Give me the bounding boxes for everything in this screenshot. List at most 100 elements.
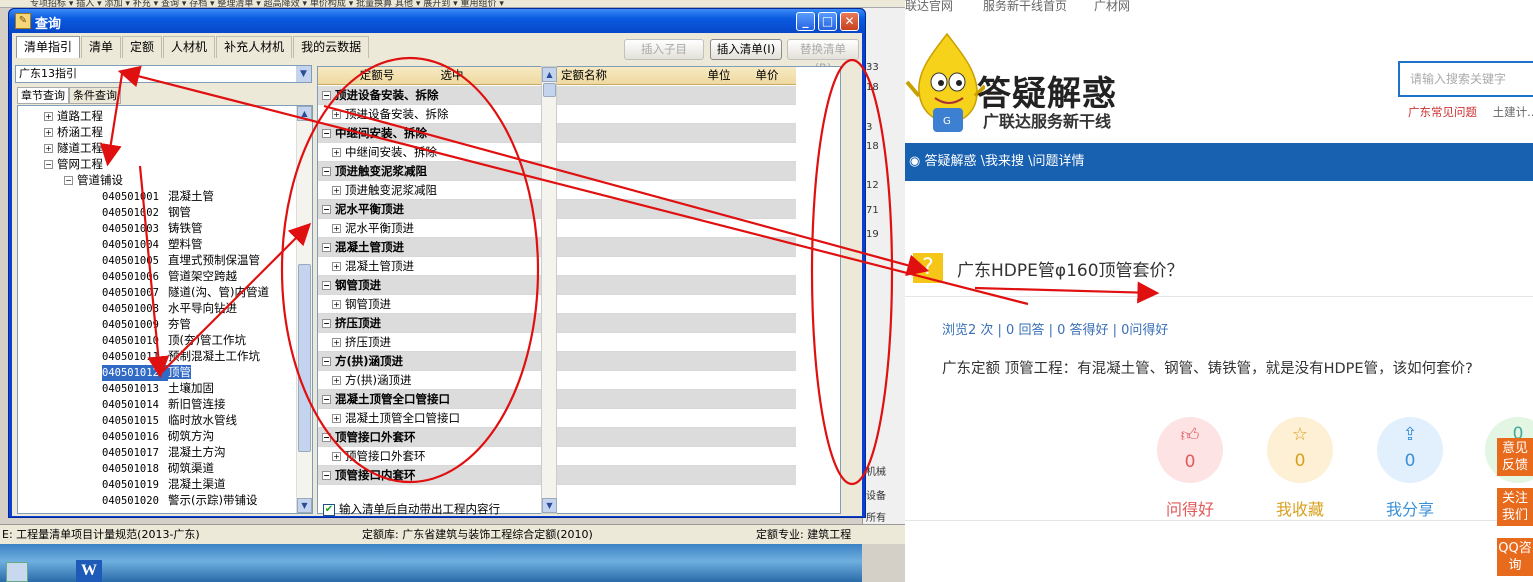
tree-leaf-item[interactable]: 040501010 顶(夯)管工作坑	[102, 332, 246, 348]
grid-scrollbar[interactable]: ▲ ▼	[541, 66, 557, 514]
scroll-thumb[interactable]	[543, 83, 556, 97]
grid-row[interactable]: + 中继间安装、拆除	[318, 143, 796, 162]
grid-group-row[interactable]: − 方(拱)涵顶进	[318, 352, 796, 371]
tree-leaf-item[interactable]: 040501019 混凝土渠道	[102, 476, 226, 492]
grid-row[interactable]: + 泥水平衡顶进	[318, 219, 796, 238]
expand-icon[interactable]: +	[332, 224, 341, 233]
grid-group-row[interactable]: − 钢管顶进	[318, 276, 796, 295]
auto-content-checkbox[interactable]: ✔ 输入清单后自动带出工程内容行	[323, 501, 500, 517]
grid-group-row[interactable]: − 中继间安装、拆除	[318, 124, 796, 143]
collapse-icon[interactable]: −	[322, 395, 331, 404]
tree-leaf-item[interactable]: 040501011 预制混凝土工作坑	[102, 348, 260, 364]
scroll-down-icon[interactable]: ▼	[297, 498, 312, 513]
grid-row[interactable]: + 顶管接口外套环	[318, 447, 796, 466]
scroll-up-icon[interactable]: ▲	[297, 106, 312, 121]
guide-select[interactable]: 广东13指引 ▼	[15, 65, 312, 83]
hot-link-gd-faq[interactable]: 广东常见问题	[1408, 105, 1477, 119]
subtab-chapter-query[interactable]: 章节查询	[17, 87, 69, 104]
insert-child-button[interactable]: 插入子目	[624, 39, 704, 60]
grid-row[interactable]: + 方(拱)涵顶进	[318, 371, 796, 390]
dialog-titlebar[interactable]: ✎ 查询 _ □ ✕	[9, 9, 865, 33]
insert-list-button[interactable]: 插入清单(I)	[710, 39, 782, 60]
tab-list[interactable]: 清单	[81, 36, 122, 58]
quota-grid[interactable]: 定额号 选中 定额名称 单位 单价 − 顶进设备安装、拆除 + 顶进设备安装、拆除 − 中…	[317, 66, 841, 514]
grid-group-row[interactable]: − 顶进设备安装、拆除	[318, 86, 796, 105]
scroll-thumb[interactable]	[298, 264, 311, 452]
good-question-label[interactable]: 问得好	[1140, 496, 1240, 520]
replace-list-button[interactable]: 替换清单(R)	[787, 39, 859, 75]
grid-row[interactable]: + 顶进触变泥浆减阻	[318, 181, 796, 200]
tree-leaf-item[interactable]: 040501020 警示(示踪)带铺设	[102, 492, 257, 508]
expand-icon[interactable]: +	[332, 452, 341, 461]
tree-node[interactable]: + 桥涵工程	[44, 124, 103, 140]
good-question-button[interactable]: 👍︎ 0	[1157, 417, 1223, 483]
tab-cloud-data[interactable]: 我的云数据	[293, 36, 370, 58]
collapse-icon[interactable]: −	[322, 357, 331, 366]
favorite-label[interactable]: 我收藏	[1250, 496, 1350, 520]
qq-consult-button[interactable]: QQ咨询	[1497, 538, 1533, 576]
col-selected[interactable]: 选中	[436, 67, 468, 84]
tree-leaf-item[interactable]: 040501007 隧道(沟、管)内管道	[102, 284, 269, 300]
expand-icon[interactable]: +	[332, 110, 341, 119]
tree-leaf-item[interactable]: 040501005 直埋式预制保温管	[102, 252, 260, 268]
col-unit-price[interactable]: 单价	[738, 67, 796, 84]
grid-group-row[interactable]: − 顶管接口内套环	[318, 466, 796, 485]
close-button[interactable]: ✕	[840, 12, 859, 31]
grid-group-row[interactable]: − 顶进触变泥浆减阻	[318, 162, 796, 181]
tree-node[interactable]: − 管道铺设	[64, 172, 123, 188]
expand-icon[interactable]: +	[332, 338, 341, 347]
favorite-button[interactable]: ☆ 0	[1267, 417, 1333, 483]
tab-custom-materials[interactable]: 补充人材机	[216, 36, 293, 58]
scroll-up-icon[interactable]: ▲	[542, 67, 557, 82]
tree-node[interactable]: + 道路工程	[44, 108, 103, 124]
tree-leaf-item[interactable]: 040501014 新旧管连接	[102, 396, 226, 412]
expand-icon[interactable]: +	[44, 144, 53, 153]
grid-row[interactable]: + 钢管顶进	[318, 295, 796, 314]
tree-node[interactable]: + 隧道工程	[44, 140, 103, 156]
collapse-icon[interactable]: −	[322, 281, 331, 290]
share-button[interactable]: ⇪ 0	[1377, 417, 1443, 483]
link-material-net[interactable]: 广材网	[1094, 0, 1130, 12]
collapse-icon[interactable]: −	[322, 433, 331, 442]
hot-link-civil[interactable]: 土建计...	[1493, 105, 1533, 119]
collapse-icon[interactable]: −	[322, 167, 331, 176]
maximize-button[interactable]: □	[818, 12, 837, 31]
chapter-tree[interactable]: + 道路工程 + 桥涵工程 + 隧道工程 − 管网工程 − 管道铺设 040501001 混凝土管 04…	[17, 105, 313, 514]
grid-row[interactable]: + 顶进设备安装、拆除	[318, 105, 796, 124]
tab-quota[interactable]: 定额	[122, 36, 163, 58]
share-label[interactable]: 我分享	[1360, 496, 1460, 520]
expand-icon[interactable]: +	[332, 376, 341, 385]
grid-row[interactable]: + 挤压顶进	[318, 333, 796, 352]
tree-leaf-item[interactable]: 040501012 顶管	[102, 364, 191, 381]
col-quota-code[interactable]: 定额号	[318, 67, 436, 84]
tab-materials[interactable]: 人材机	[163, 36, 216, 58]
col-unit[interactable]: 单位	[700, 67, 738, 84]
tree-leaf-item[interactable]: 040501017 混凝土方沟	[102, 444, 226, 460]
question-stats[interactable]: 浏览2 次 | 0 回答 | 0 答得好 | 0问得好	[942, 319, 1168, 338]
tree-leaf-item[interactable]: 040501002 钢管	[102, 204, 191, 220]
grid-row[interactable]: + 混凝土管顶进	[318, 257, 796, 276]
expand-icon[interactable]: +	[332, 300, 341, 309]
collapse-icon[interactable]: −	[322, 319, 331, 328]
checkmark-icon[interactable]: ✔	[323, 503, 335, 516]
collapse-icon[interactable]: −	[322, 91, 331, 100]
expand-icon[interactable]: +	[44, 112, 53, 121]
tree-leaf-item[interactable]: 040501004 塑料管	[102, 236, 203, 252]
col-quota-name[interactable]: 定额名称	[468, 67, 700, 84]
chevron-down-icon[interactable]: ▼	[296, 66, 311, 82]
tree-scrollbar[interactable]: ▲ ▼	[296, 106, 312, 513]
minimize-button[interactable]: _	[796, 12, 815, 31]
tree-leaf-item[interactable]: 040501018 砌筑渠道	[102, 460, 214, 476]
word-document-icon[interactable]: W	[76, 560, 102, 582]
expand-icon[interactable]: +	[44, 128, 53, 137]
expand-icon[interactable]: +	[332, 148, 341, 157]
grid-group-row[interactable]: − 混凝土管顶进	[318, 238, 796, 257]
expand-icon[interactable]: +	[332, 414, 341, 423]
tree-leaf-item[interactable]: 040501006 管道架空跨越	[102, 268, 237, 284]
link-service-home[interactable]: 服务新干线首页	[983, 0, 1067, 12]
breadcrumb[interactable]: 答疑解惑 \我来搜 \问题详情	[924, 154, 1084, 169]
tree-leaf-item[interactable]: 040501008 水平导向钻进	[102, 300, 237, 316]
grid-group-row[interactable]: − 混凝土顶管全口管接口	[318, 390, 796, 409]
subtab-condition-query[interactable]: 条件查询	[69, 87, 121, 104]
feedback-button[interactable]: 意见反馈	[1497, 438, 1533, 476]
